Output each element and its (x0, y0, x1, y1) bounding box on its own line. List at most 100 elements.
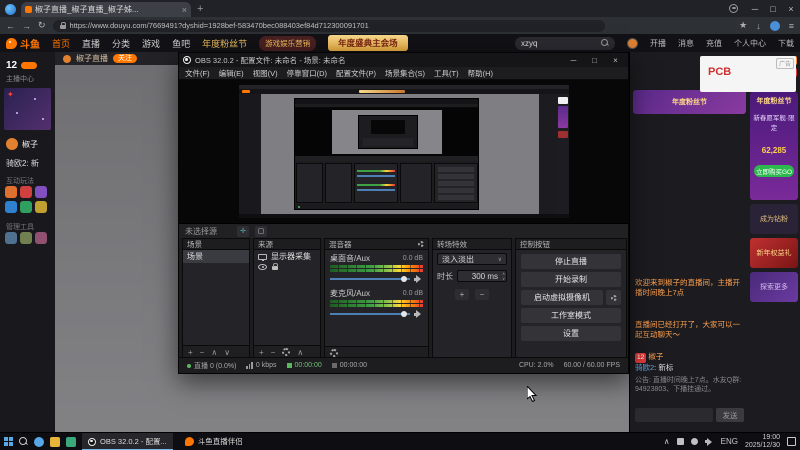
tool-icon[interactable] (20, 232, 32, 244)
volume-slider[interactable] (330, 275, 423, 283)
sources-dock-title[interactable]: 来源 (253, 238, 321, 250)
stop-streaming-button[interactable]: 停止直播 (521, 254, 621, 269)
menu-view[interactable]: 视图(V) (253, 68, 278, 79)
tab-close-icon[interactable]: × (182, 5, 187, 15)
nav-item-home[interactable]: 首页 (52, 37, 70, 50)
nav-user-profile[interactable]: 个人中心 (734, 38, 766, 49)
tray-network-icon[interactable] (691, 438, 698, 445)
slider-knob[interactable] (401, 311, 407, 317)
promo-pill[interactable]: 游戏娱乐营销 (259, 36, 316, 51)
profile-icon[interactable] (729, 4, 738, 13)
tray-volume-icon[interactable] (705, 438, 714, 446)
source-up-icon[interactable]: ∧ (297, 348, 303, 357)
settings-button[interactable]: 设置 (521, 326, 621, 341)
nav-user-start-stream[interactable]: 开播 (650, 38, 666, 49)
feature-icon[interactable] (35, 201, 47, 213)
virtual-camera-config-button[interactable] (606, 290, 621, 305)
filters-icon-button[interactable]: ▢ (255, 226, 267, 237)
start-recording-button[interactable]: 开始录制 (521, 272, 621, 287)
streamer-avatar[interactable] (6, 138, 18, 150)
obs-maximize-button[interactable]: □ (586, 56, 603, 65)
remove-transition-button[interactable]: − (475, 289, 489, 300)
address-input[interactable]: https://www.douyu.com/7669491?dyshid=192… (53, 20, 605, 32)
studio-mode-button[interactable]: 工作室模式 (521, 308, 621, 323)
source-list-item[interactable]: 显示器采集 (254, 250, 320, 263)
browser-logo-icon[interactable] (5, 4, 16, 15)
browser-profile-avatar[interactable] (770, 21, 780, 31)
transitions-dock-title[interactable]: 转场特效 (432, 238, 512, 250)
microphone-icon[interactable] (414, 310, 423, 318)
browser-tab[interactable]: 椒子直播_椒子直播_椒子姊... × (21, 2, 191, 17)
window-maximize-button[interactable]: □ (764, 4, 782, 14)
add-scene-icon[interactable]: + (188, 348, 193, 357)
taskbar-obs-button[interactable]: OBS 32.0.2 - 配置... (82, 433, 173, 450)
window-close-button[interactable]: × (782, 4, 800, 14)
action-center-icon[interactable] (787, 437, 796, 446)
window-minimize-button[interactable]: ─ (746, 4, 764, 14)
tray-display-icon[interactable] (677, 438, 684, 445)
download-icon[interactable]: ↓ (756, 21, 761, 31)
speaker-icon[interactable] (414, 275, 423, 283)
chat-send-button[interactable]: 发送 (716, 408, 744, 422)
slider-knob[interactable] (401, 276, 407, 282)
new-tab-button[interactable]: + (197, 3, 203, 15)
bookmark-star-icon[interactable]: ★ (739, 20, 747, 31)
obs-close-button[interactable]: × (607, 56, 624, 65)
source-visibility-icon[interactable] (258, 264, 267, 270)
add-transition-button[interactable]: + (455, 289, 469, 300)
feature-icon[interactable] (5, 186, 17, 198)
nav-user-recharge[interactable]: 充值 (706, 38, 722, 49)
nav-item-yuba[interactable]: 鱼吧 (172, 37, 190, 50)
transform-icon-button[interactable]: ✛ (237, 226, 249, 237)
menu-file[interactable]: 文件(F) (185, 68, 210, 79)
pinned-app-icon[interactable] (66, 437, 76, 447)
user-avatar[interactable] (627, 38, 638, 49)
source-lock-icon[interactable] (272, 266, 278, 270)
obs-preview[interactable] (179, 80, 628, 223)
annual-gala-banner[interactable]: 年度盛典主会场 (328, 35, 408, 51)
controls-dock-title[interactable]: 控制按钮 (515, 238, 627, 250)
menu-help[interactable]: 帮助(H) (468, 68, 493, 79)
volume-slider[interactable] (330, 310, 423, 318)
streamer-poster[interactable]: ✦ (4, 88, 51, 130)
menu-scene-collection[interactable]: 场景集合(S) (385, 68, 425, 79)
sidebar-label[interactable]: 主播中心 (6, 74, 34, 84)
taskbar-clock[interactable]: 19:00 2025/12/30 (745, 434, 780, 450)
menu-docks[interactable]: 停靠窗口(D) (287, 68, 327, 79)
explore-ad-card[interactable]: 探索更多 (750, 272, 798, 302)
newyear-ad-card[interactable]: 新年权益礼 (750, 238, 798, 268)
tool-icon[interactable] (35, 232, 47, 244)
nav-user-messages[interactable]: 消息 (678, 38, 694, 49)
feature-icon[interactable] (5, 201, 17, 213)
scenes-dock-title[interactable]: 场景 (182, 238, 250, 250)
transition-select[interactable]: 淡入淡出 ∨ (437, 253, 507, 265)
feature-icon[interactable] (20, 186, 32, 198)
refresh-icon[interactable]: ↻ (38, 20, 46, 31)
pinned-browser-icon[interactable] (34, 437, 44, 447)
source-properties-icon[interactable] (282, 348, 290, 356)
nav-item-category[interactable]: 分类 (112, 37, 130, 50)
room-avatar[interactable] (63, 55, 71, 63)
browser-menu-icon[interactable]: ≡ (789, 21, 794, 31)
fanfest-ad-card[interactable]: 年度粉丝节 新春愿军舰·限定 62,285 立即购买GO (750, 92, 798, 200)
start-button[interactable] (4, 437, 13, 446)
advanced-audio-icon[interactable] (330, 349, 338, 357)
douyu-logo[interactable]: 斗鱼 (6, 36, 40, 51)
back-icon[interactable]: ← (6, 21, 15, 31)
taskbar-search-icon[interactable] (19, 437, 28, 446)
pinned-explorer-icon[interactable] (50, 437, 60, 447)
virtual-camera-button[interactable]: 启动虚拟摄像机 (521, 290, 603, 305)
tray-expand-icon[interactable]: ∧ (664, 437, 670, 446)
nav-item-games[interactable]: 游戏 (142, 37, 160, 50)
obs-title-bar[interactable]: OBS 32.0.2 - 配置文件: 未命名 - 场景: 未命名 ─ □ × (179, 53, 628, 67)
membership-ad-card[interactable]: 成为钻粉 (750, 204, 798, 234)
scene-down-icon[interactable]: ∨ (224, 348, 230, 357)
scene-up-icon[interactable]: ∧ (211, 348, 217, 357)
mixer-dock-title[interactable]: 混音器 (329, 239, 414, 250)
menu-edit[interactable]: 编辑(E) (219, 68, 244, 79)
nav-item-live[interactable]: 直播 (82, 37, 100, 50)
forward-icon[interactable]: → (22, 21, 31, 31)
obs-minimize-button[interactable]: ─ (565, 56, 582, 65)
scene-list-item[interactable]: 场景 (183, 250, 249, 263)
menu-tools[interactable]: 工具(T) (434, 68, 459, 79)
